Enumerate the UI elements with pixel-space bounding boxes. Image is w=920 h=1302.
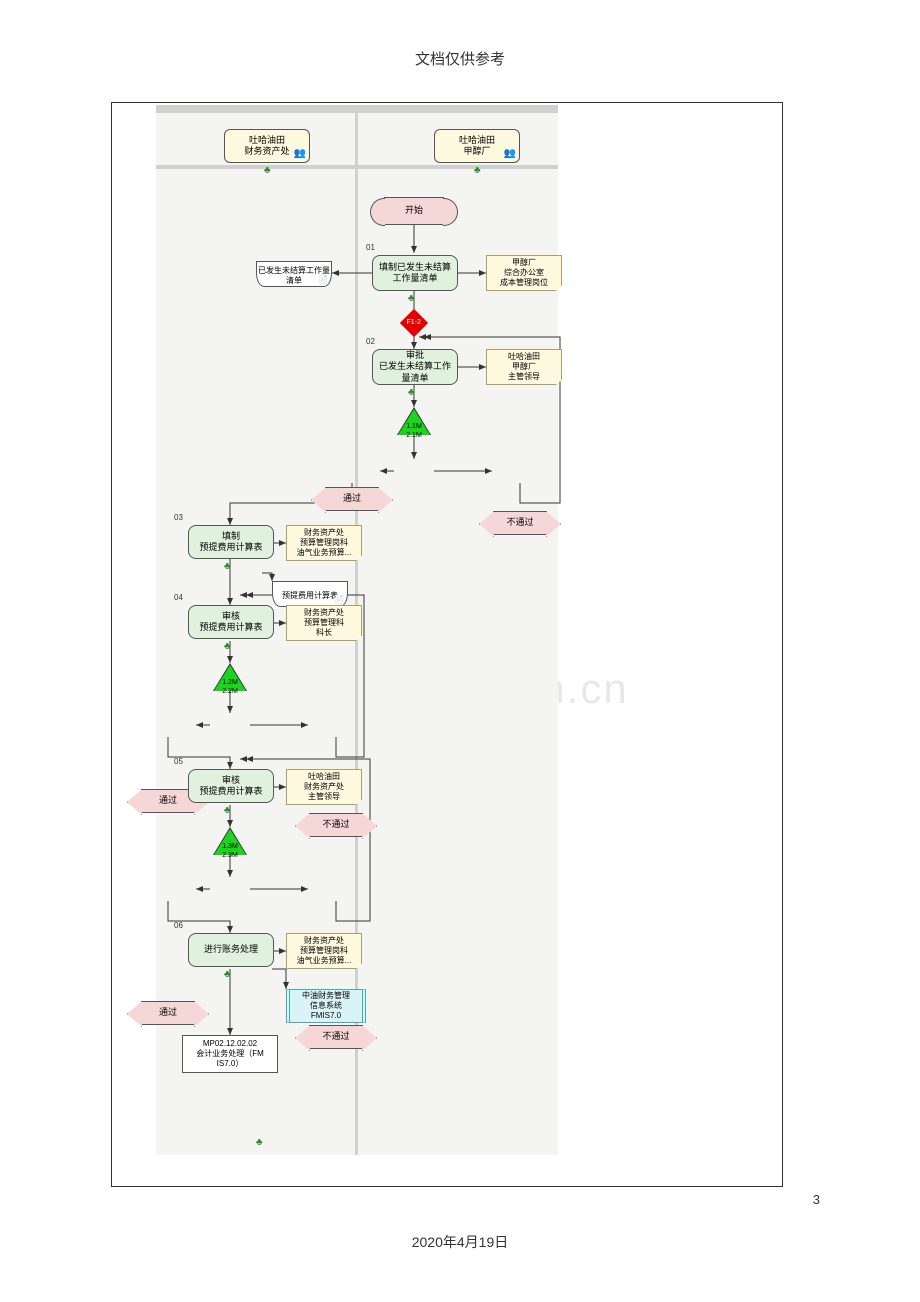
task-06: 进行账务处理 [188, 933, 274, 967]
subprocess-fmis: MP02.12.02.02 会计业务处理（FM IS7.0） [182, 1035, 278, 1073]
lane-header-1 [156, 105, 355, 113]
step-num-03: 03 [174, 513, 183, 522]
step-num-06: 06 [174, 921, 183, 930]
decision-pass-1: 通过 [325, 487, 379, 511]
group-icon: 👥 [294, 148, 306, 161]
tree-icon: ♣ [224, 561, 234, 571]
decision-fail-2: 不通过 [309, 813, 363, 837]
decision-pass-3: 通过 [141, 1001, 195, 1025]
risk-triangle-1: 1.1M 2.1M [398, 409, 430, 435]
page-date: 2020年4月19日 [0, 1232, 920, 1252]
note-01: 甲醇厂 综合办公室 成本管理岗位 [486, 255, 562, 291]
note-02: 吐哈油田 甲醇厂 主管领导 [486, 349, 562, 385]
tree-icon: ♣ [224, 641, 234, 651]
lane-header-2 [358, 105, 558, 113]
task-04: 审核 预提费用计算表 [188, 605, 274, 639]
decision-fail-1: 不通过 [493, 511, 547, 535]
step-num-02: 02 [366, 337, 375, 346]
tree-icon: ♣ [224, 969, 234, 979]
group-icon: 👥 [504, 148, 516, 161]
tree-icon: ♣ [256, 1137, 266, 1147]
system-fmis: 中油财务管理 信息系统 FMIS7.0 [286, 989, 366, 1023]
step-num-05: 05 [174, 757, 183, 766]
task-03: 填制 预提费用计算表 [188, 525, 274, 559]
note-04: 财务资产处 预算管理科 科长 [286, 605, 362, 641]
note-03: 财务资产处 预算管理岗科 油气业务预算... [286, 525, 362, 561]
start-event: 开始 [384, 197, 444, 225]
tree-icon: ♣ [474, 165, 484, 175]
step-num-04: 04 [174, 593, 183, 602]
pool-finance: 吐哈油田 财务资产处👥 [224, 129, 310, 163]
doc-prepaid-calc: 预提费用计算表📄 [272, 581, 348, 607]
tree-icon: ♣ [264, 165, 274, 175]
doc-work-list: 已发生未结算工作量清单📄 [256, 261, 332, 287]
note-06: 财务资产处 预算管理岗科 油气业务预算... [286, 933, 362, 969]
page-number: 3 [813, 1192, 820, 1207]
decision-pass-2: 通过 [141, 789, 195, 813]
decision-fail-3: 不通过 [309, 1025, 363, 1049]
note-05: 吐哈油田 财务资产处 主管领导 [286, 769, 362, 805]
page-header: 文档仅供参考 [0, 0, 920, 69]
document-icon: 📄 [318, 275, 328, 285]
tree-icon: ♣ [408, 387, 418, 397]
step-num-01: 01 [366, 243, 375, 252]
risk-triangle-2: 1.2M 2.2M [214, 665, 246, 691]
task-02: 审批 已发生未结算工作量清单 [372, 349, 458, 385]
task-05: 审核 预提费用计算表 [188, 769, 274, 803]
flowchart-canvas: www.zixin.com.cn [114, 105, 780, 1184]
tree-icon: ♣ [408, 293, 418, 303]
pool-methanol: 吐哈油田 甲醇厂👥 [434, 129, 520, 163]
task-01: 填制已发生未结算工作量清单 [372, 255, 458, 291]
tree-icon: ♣ [224, 805, 234, 815]
document-icon: 📄 [334, 595, 344, 605]
risk-triangle-3: 1.3M 2.3M [214, 829, 246, 855]
